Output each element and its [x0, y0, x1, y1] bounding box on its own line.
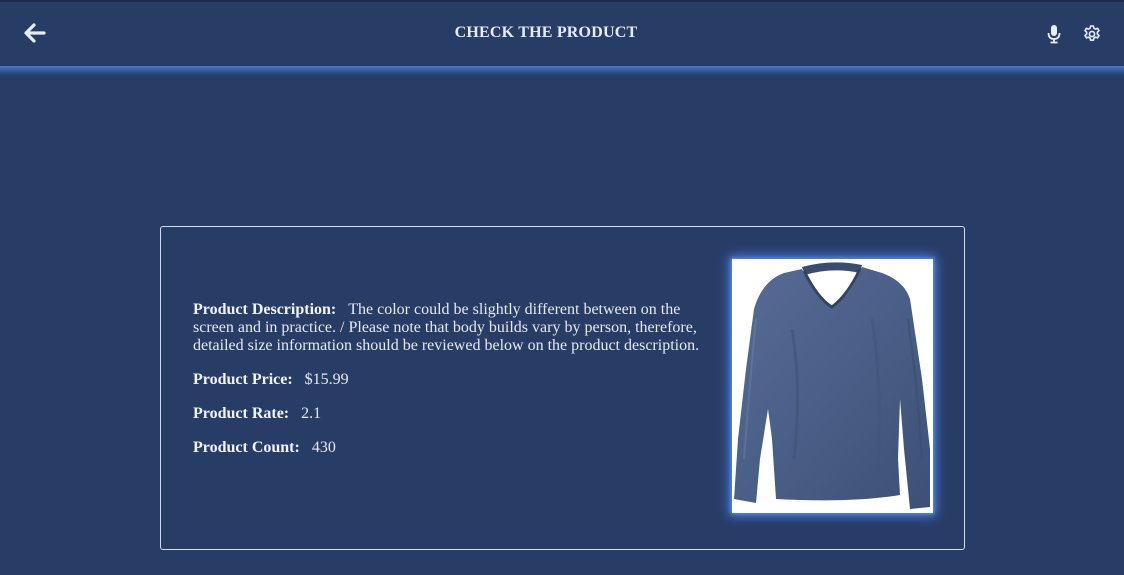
- count-value: 430: [311, 439, 336, 456]
- rate-row: Product Rate: 2.1: [193, 405, 713, 423]
- price-label: Product Price:: [193, 371, 293, 388]
- rate-label: Product Rate:: [193, 405, 290, 422]
- count-row: Product Count: 430: [193, 439, 713, 457]
- microphone-button[interactable]: [1045, 24, 1063, 44]
- product-info: Product Description: The color could be s…: [193, 301, 713, 473]
- price-value: $15.99: [304, 371, 349, 388]
- price-row: Product Price: $15.99: [193, 371, 713, 389]
- description-label: Product Description:: [193, 301, 337, 318]
- microphone-icon: [1047, 25, 1061, 44]
- header-glow-divider: [0, 66, 1124, 76]
- description-row: Product Description: The color could be s…: [193, 301, 713, 355]
- product-card: Product Description: The color could be s…: [160, 226, 965, 550]
- long-sleeve-shirt-image: [734, 262, 930, 509]
- page-title: CHECK THE PRODUCT: [454, 24, 638, 41]
- rate-value: 2.1: [301, 405, 322, 422]
- count-label: Product Count:: [193, 439, 300, 456]
- product-image: [732, 259, 933, 513]
- gear-icon: [1084, 25, 1100, 41]
- settings-button[interactable]: [1082, 24, 1102, 44]
- top-bar: CHECK THE PRODUCT: [0, 0, 1124, 66]
